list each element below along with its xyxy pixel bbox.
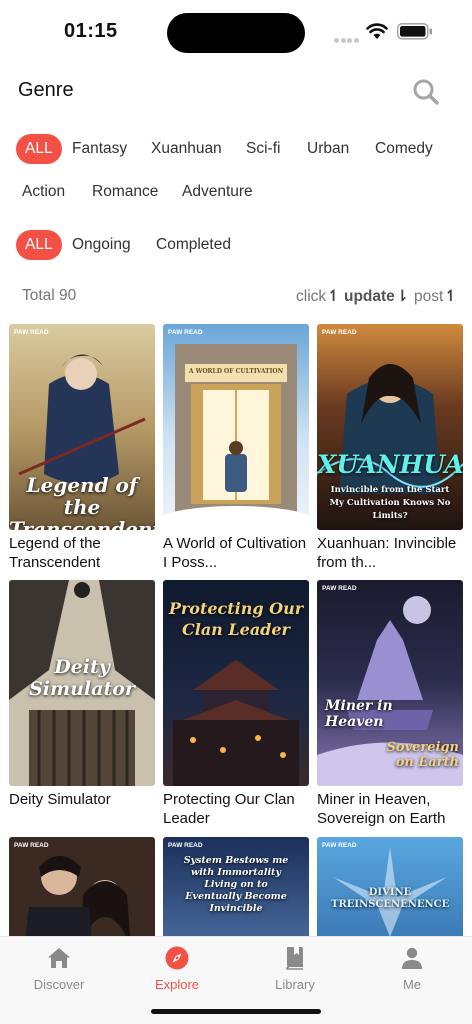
sort-update-button[interactable]: update⇂ <box>344 287 409 306</box>
publisher-badge: PAW READ <box>322 842 357 849</box>
compass-icon <box>165 946 189 970</box>
book-card[interactable]: PAW READ XUANHUAN Invincible from the St… <box>317 324 463 572</box>
sort-click-button[interactable]: click↿ <box>296 287 340 306</box>
book-cover[interactable]: Protecting Our Clan Leader <box>163 580 309 786</box>
cover-title-text: DIVINE TREINSCENENENCE <box>331 887 450 910</box>
tab-label: Me <box>402 977 422 992</box>
sort-update-label: update <box>344 288 395 305</box>
status-chip-all[interactable]: ALL <box>16 230 62 260</box>
tab-discover[interactable]: Discover <box>14 945 104 992</box>
cover-title-text: Miner in Heaven <box>325 698 393 730</box>
cover-subtitle-text: Invincible from the Start My Cultivation… <box>329 485 451 521</box>
page-title: Genre <box>18 79 74 101</box>
search-icon <box>413 79 439 105</box>
publisher-badge: PAW READ <box>168 329 203 336</box>
book-title[interactable]: Deity Simulator <box>9 790 155 809</box>
publisher-badge: PAW READ <box>322 329 357 336</box>
person-icon <box>402 947 422 969</box>
book-title[interactable]: Xuanhuan: Invincible from th... <box>317 534 463 572</box>
book-cover[interactable]: PAW READ Miner in Heaven Sovereign on Ea… <box>317 580 463 786</box>
book-title[interactable]: Protecting Our Clan Leader <box>163 790 309 828</box>
tab-label: Discover <box>33 977 85 992</box>
book-card[interactable]: PAW READ A WORLD OF CULTIVATION A World … <box>163 324 309 572</box>
tab-me[interactable]: Me <box>367 945 457 992</box>
sort-post-label: post <box>414 288 444 305</box>
book-card[interactable]: Deity Simulator Deity Simulator <box>9 580 155 809</box>
book-cover[interactable]: PAW READ XUANHUAN Invincible from the St… <box>317 324 463 530</box>
home-indicator <box>151 1009 321 1014</box>
status-time: 01:15 <box>64 20 118 42</box>
cover-subtitle-text: Sovereign on Earth <box>386 740 459 770</box>
genre-chip-adventure[interactable]: Adventure <box>182 177 253 207</box>
cover-illustration <box>163 324 309 530</box>
genre-chip-scifi[interactable]: Sci-fi <box>246 134 280 164</box>
cover-title-text: System Bestows me with Immortality Livin… <box>183 855 289 914</box>
search-button[interactable] <box>410 76 442 108</box>
tab-label: Explore <box>154 977 200 992</box>
wifi-icon <box>366 23 388 39</box>
tab-explore[interactable]: Explore <box>132 945 222 992</box>
sort-post-button[interactable]: post↿ <box>414 287 457 306</box>
book-card[interactable]: PAW READ Miner in Heaven Sovereign on Ea… <box>317 580 463 828</box>
genre-chip-action[interactable]: Action <box>22 177 65 207</box>
publisher-badge: PAW READ <box>168 842 203 849</box>
home-icon <box>48 948 70 968</box>
sort-arrow-up-icon: ↿ <box>327 288 341 305</box>
genre-chip-xuanhuan[interactable]: Xuanhuan <box>151 134 222 164</box>
status-bar: 01:15 <box>0 0 472 64</box>
status-chip-completed[interactable]: Completed <box>156 230 231 260</box>
publisher-badge: PAW READ <box>14 842 49 849</box>
book-cover[interactable]: PAW READ Legend of the Transcendent <box>9 324 155 530</box>
battery-icon <box>397 23 432 40</box>
genre-chip-fantasy[interactable]: Fantasy <box>72 134 127 164</box>
book-title[interactable]: A World of Cultivation I Poss... <box>163 534 309 572</box>
tab-library[interactable]: Library <box>250 945 340 992</box>
book-card[interactable]: PAW READ Legend of the Transcendent Lege… <box>9 324 155 572</box>
publisher-badge: PAW READ <box>322 585 357 592</box>
cover-title-text: Protecting Our Clan Leader <box>168 599 304 639</box>
genre-chip-romance[interactable]: Romance <box>92 177 158 207</box>
sort-click-label: click <box>296 288 327 305</box>
genre-chip-all[interactable]: ALL <box>16 134 62 164</box>
book-cover[interactable]: PAW READ A WORLD OF CULTIVATION <box>163 324 309 530</box>
genre-chip-urban[interactable]: Urban <box>307 134 349 164</box>
cover-title-text: XUANHUAN <box>317 450 463 479</box>
cover-title-text: Legend of the Transcendent <box>9 473 155 530</box>
book-cover[interactable]: Deity Simulator <box>9 580 155 786</box>
publisher-badge: PAW READ <box>14 329 49 336</box>
cellular-signal-icon <box>334 30 360 43</box>
book-title[interactable]: Miner in Heaven, Sovereign on Earth <box>317 790 463 828</box>
total-count: Total 90 <box>22 287 77 304</box>
status-chip-ongoing[interactable]: Ongoing <box>72 230 131 260</box>
sort-arrow-down-icon: ⇂ <box>395 288 409 305</box>
book-icon <box>286 947 303 970</box>
cover-title-text: A WORLD OF CULTIVATION <box>188 368 284 375</box>
tab-label: Library <box>275 977 315 992</box>
genre-chip-comedy[interactable]: Comedy <box>375 134 433 164</box>
dynamic-island <box>167 13 305 53</box>
book-card[interactable]: Protecting Our Clan Leader Protecting Ou… <box>163 580 309 828</box>
cover-title-text: Deity Simulator <box>29 656 135 700</box>
sort-arrow-up-icon: ↿ <box>444 288 458 305</box>
book-title[interactable]: Legend of the Transcendent <box>9 534 155 572</box>
